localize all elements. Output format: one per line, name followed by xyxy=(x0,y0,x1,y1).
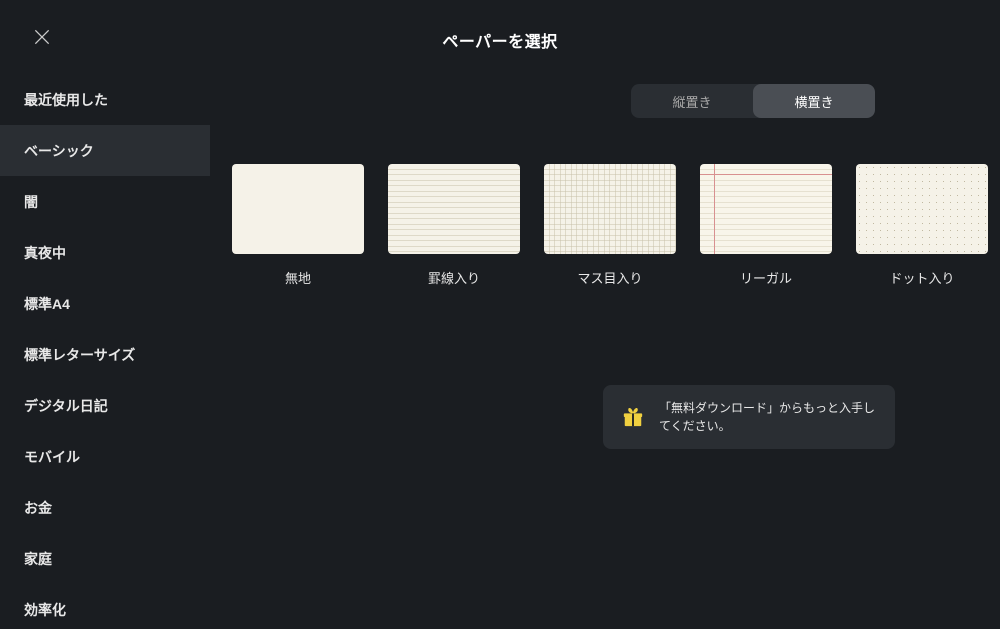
template-label: 罫線入り xyxy=(428,268,480,287)
orientation-toggle: 縦置き 横置き xyxy=(631,84,875,118)
sidebar: 最近使用した ベーシック 闇 真夜中 標準A4 標準レターサイズ デジタル日記 … xyxy=(0,60,210,629)
sidebar-item-letter[interactable]: 標準レターサイズ xyxy=(0,329,210,380)
orientation-portrait[interactable]: 縦置き xyxy=(631,84,753,118)
template-dot[interactable]: ドット入り xyxy=(856,164,988,287)
template-preview-dot xyxy=(856,164,988,254)
orientation-label: 縦置き xyxy=(672,92,711,111)
close-button[interactable] xyxy=(30,25,54,49)
sidebar-item-label: デジタル日記 xyxy=(24,396,108,416)
template-preview-grid xyxy=(544,164,676,254)
sidebar-item-label: 標準レターサイズ xyxy=(24,345,135,365)
content: 縦置き 横置き 無地 罫線入り マス目入り リーガル xyxy=(210,60,1000,629)
main: 最近使用した ベーシック 闇 真夜中 標準A4 標準レターサイズ デジタル日記 … xyxy=(0,60,1000,629)
template-label: リーガル xyxy=(740,268,792,287)
download-text: 「無料ダウンロード」からもっと入手してください。 xyxy=(659,399,877,435)
page-title: ペーパーを選択 xyxy=(442,28,557,52)
gift-icon xyxy=(621,405,645,429)
sidebar-item-dark[interactable]: 闇 xyxy=(0,176,210,227)
template-grid[interactable]: マス目入り xyxy=(544,164,676,287)
sidebar-item-label: 真夜中 xyxy=(24,243,66,263)
template-label: 無地 xyxy=(285,268,311,287)
sidebar-item-recent[interactable]: 最近使用した xyxy=(0,74,210,125)
sidebar-item-label: 効率化 xyxy=(24,600,66,620)
template-preview-lined xyxy=(388,164,520,254)
sidebar-item-label: ベーシック xyxy=(24,141,94,161)
template-legal[interactable]: リーガル xyxy=(700,164,832,287)
sidebar-item-label: 闇 xyxy=(24,192,38,212)
sidebar-item-family[interactable]: 家庭 xyxy=(0,533,210,584)
sidebar-item-mobile[interactable]: モバイル xyxy=(0,431,210,482)
template-blank[interactable]: 無地 xyxy=(232,164,364,287)
template-label: マス目入り xyxy=(577,268,642,287)
sidebar-item-label: 家庭 xyxy=(24,549,52,569)
sidebar-item-label: 標準A4 xyxy=(24,294,70,314)
close-icon xyxy=(32,27,52,47)
templates-grid: 無地 罫線入り マス目入り リーガル ドット入り xyxy=(224,164,1000,287)
template-preview-legal xyxy=(700,164,832,254)
orientation-landscape[interactable]: 横置き xyxy=(753,84,875,118)
sidebar-item-midnight[interactable]: 真夜中 xyxy=(0,227,210,278)
sidebar-item-label: 最近使用した xyxy=(24,90,108,110)
template-label: ドット入り xyxy=(889,268,954,287)
sidebar-item-money[interactable]: お金 xyxy=(0,482,210,533)
sidebar-item-diary[interactable]: デジタル日記 xyxy=(0,380,210,431)
sidebar-item-basic[interactable]: ベーシック xyxy=(0,125,210,176)
sidebar-item-productivity[interactable]: 効率化 xyxy=(0,584,210,629)
orientation-label: 横置き xyxy=(794,92,833,111)
template-preview-blank xyxy=(232,164,364,254)
sidebar-item-label: モバイル xyxy=(24,447,80,467)
sidebar-item-label: お金 xyxy=(24,498,52,518)
download-card[interactable]: 「無料ダウンロード」からもっと入手してください。 xyxy=(603,385,895,449)
sidebar-item-a4[interactable]: 標準A4 xyxy=(0,278,210,329)
template-lined[interactable]: 罫線入り xyxy=(388,164,520,287)
header: ペーパーを選択 xyxy=(0,0,1000,60)
